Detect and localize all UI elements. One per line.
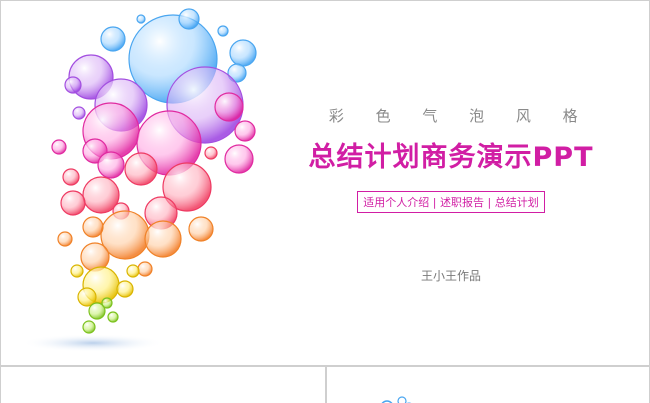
thumbnail-bubble-preview: [381, 396, 412, 403]
subtitle: 彩 色 气 泡 风 格: [328, 107, 592, 125]
title-block: 彩 色 气 泡 风 格 总结计划商务演示PPT 适用个人介绍 | 述职报告 | …: [301, 105, 601, 284]
page-title: 总结计划商务演示PPT: [308, 142, 594, 173]
tagline-box: 适用个人介绍 | 述职报告 | 总结计划: [357, 191, 545, 213]
slide-canvas[interactable]: 彩 色 气 泡 风 格 总结计划商务演示PPT 适用个人介绍 | 述职报告 | …: [0, 0, 650, 366]
author-credit: 王小王作品: [420, 269, 481, 283]
slide-thumbnail-1[interactable]: [0, 366, 326, 403]
bubble-cluster-illustration: [21, 8, 257, 352]
slide-thumbnail-2[interactable]: [326, 366, 650, 403]
